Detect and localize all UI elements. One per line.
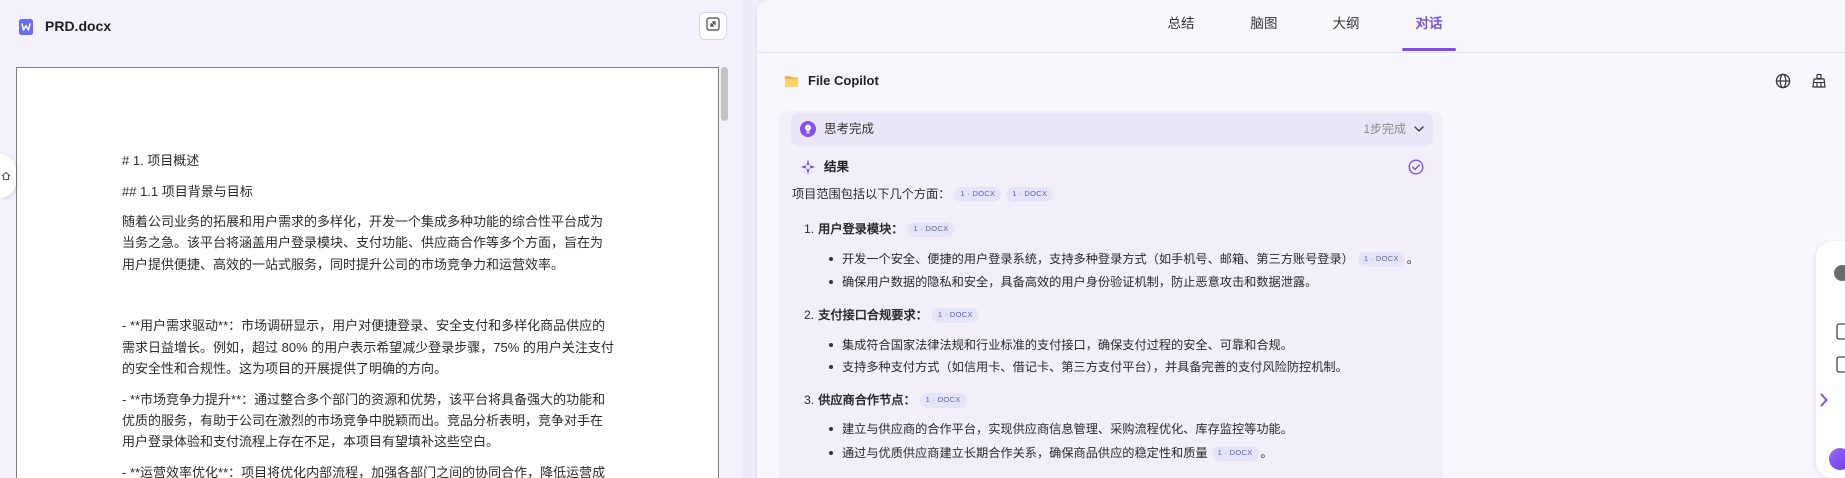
document-page[interactable]: # 1. 项目概述 ## 1.1 项目背景与目标 随着公司业务的拓展和用户需求的… <box>16 67 719 478</box>
chevron-down-icon[interactable] <box>1413 124 1425 134</box>
side-toolbar <box>1816 241 1845 478</box>
bullet-dot <box>829 451 833 455</box>
bullet-dot <box>829 280 833 284</box>
bulb-icon <box>800 121 816 137</box>
list-item-tail: 。 <box>1260 446 1273 460</box>
copilot-title: File Copilot <box>808 73 879 88</box>
section-number: 1. <box>804 222 815 236</box>
doc-text-line: 随着公司业务的拓展和用户需求的多样化，开发一个集成多种功能的综合性平台成为 <box>122 214 604 229</box>
header-divider <box>756 52 1845 53</box>
list-item-tail: 。 <box>1406 252 1419 266</box>
list-item: 集成符合国家法律法规和行业标准的支付接口，确保支付过程的安全、可靠和合规。 <box>829 336 1293 354</box>
doc-text-line: 用户提供便捷、高效的一站式服务，同时提升公司的市场竞争力和运营效率。 <box>122 257 565 272</box>
doc-text-line: 当务之急。该平台将涵盖用户登录模块、支付功能、供应商合作等多个方面，旨在为 <box>122 235 604 250</box>
tab-mindmap[interactable]: 脑图 <box>1234 14 1294 34</box>
section-title: 用户登录模块： <box>818 222 904 236</box>
document-preview-panel: PRD.docx # 1. 项目概述 ## 1.1 项目背景与目标 随着公司业务… <box>0 0 742 478</box>
list-item-text: 开发一个安全、便捷的用户登录系统，支持多种登录方式（如手机号、邮箱、第三方账号登… <box>842 252 1354 266</box>
doc-heading-2: ## 1.1 项目背景与目标 <box>122 184 253 199</box>
doc-text-line: - **运营效率优化**：项目将优化内部流程，加强各部门之间的协同合作，降低运营… <box>122 465 606 478</box>
citation-badge[interactable]: 1 · DOCX <box>1357 251 1405 267</box>
citation-badge[interactable]: 1 · DOCX <box>1006 186 1054 202</box>
list-item: 支持多种支付方式（如信用卡、借记卡、第三方支付平台），并具备完善的支付风险防控机… <box>829 358 1348 376</box>
bullet-dot <box>829 427 833 431</box>
home-icon <box>1 171 11 181</box>
broom-icon <box>1811 73 1827 89</box>
page-icon[interactable] <box>1836 356 1845 373</box>
result-intro: 项目范围包括以下几个方面： 1 · DOCX 1 · DOCX <box>792 185 1054 203</box>
sparkle-icon <box>800 159 816 175</box>
sidebar-toggle-button[interactable] <box>0 154 16 198</box>
result-intro-text: 项目范围包括以下几个方面： <box>792 187 951 201</box>
chevron-right-icon[interactable] <box>1819 392 1829 408</box>
citation-badge[interactable]: 1 · DOCX <box>1211 445 1259 461</box>
list-item-text: 集成符合国家法律法规和行业标准的支付接口，确保支付过程的安全、可靠和合规。 <box>842 338 1293 352</box>
bullet-dot <box>829 257 833 261</box>
citation-badge[interactable]: 1 · DOCX <box>907 221 955 237</box>
list-item: 确保用户数据的隐私和安全，具备高效的用户身份验证机制，防止恶意攻击和数据泄露。 <box>829 273 1317 291</box>
doc-text-line: 优质的服务，有助于公司在激烈的市场竞争中脱颖而出。竞品分析表明，竞争对手在 <box>122 413 604 428</box>
file-name: PRD.docx <box>45 18 112 34</box>
copilot-panel: 总结 脑图 大纲 对话 File Copilot 思考完成 1步完成 结果 项目… <box>756 0 1845 478</box>
citation-badge[interactable]: 1 · DOCX <box>954 186 1002 202</box>
assistant-avatar-icon[interactable] <box>1829 448 1845 470</box>
doc-text-line: 需求日益增长。例如，超过 80% 的用户表示希望减少登录步骤，75% 的用户关注… <box>122 340 614 355</box>
section-title: 支付接口合规要求： <box>818 308 928 322</box>
thinking-label: 思考完成 <box>824 122 875 136</box>
thinking-steps: 1步完成 <box>1363 122 1406 136</box>
list-item-text: 通过与优质供应商建立长期合作关系，确保商品供应的稳定性和质量 <box>842 446 1208 460</box>
list-item-text: 支持多种支付方式（如信用卡、借记卡、第三方支付平台），并具备完善的支付风险防控机… <box>842 360 1348 374</box>
section-heading: 3. 供应商合作节点： 1 · DOCX <box>804 391 967 409</box>
expand-icon <box>706 16 720 36</box>
result-label: 结果 <box>824 160 850 174</box>
list-item: 通过与优质供应商建立长期合作关系，确保商品供应的稳定性和质量 1 · DOCX … <box>829 444 1273 462</box>
list-item: 建立与供应商的合作平台，实现供应商信息管理、采购流程优化、库存监控等功能。 <box>829 420 1293 438</box>
tab-chat[interactable]: 对话 <box>1399 14 1459 51</box>
document-icon[interactable] <box>1836 323 1845 340</box>
app-window: PRD.docx # 1. 项目概述 ## 1.1 项目背景与目标 随着公司业务… <box>0 0 1845 478</box>
folder-icon <box>784 74 799 88</box>
section-title: 供应商合作节点： <box>818 393 916 407</box>
section-number: 2. <box>804 308 815 322</box>
word-doc-icon <box>19 19 33 35</box>
bullet-dot <box>829 343 833 347</box>
globe-icon <box>1775 73 1791 89</box>
doc-text-line: 用户登录体验和支付流程上存在不足，本项目有望填补这些空白。 <box>122 434 500 449</box>
document-scrollbar[interactable] <box>721 67 728 121</box>
citation-badge[interactable]: 1 · DOCX <box>919 392 967 408</box>
list-item-text: 建立与供应商的合作平台，实现供应商信息管理、采购流程优化、库存监控等功能。 <box>842 422 1293 436</box>
tab-outline[interactable]: 大纲 <box>1316 14 1376 34</box>
section-heading: 1. 用户登录模块： 1 · DOCX <box>804 220 955 238</box>
thinking-toggle[interactable] <box>791 113 1433 146</box>
list-item: 开发一个安全、便捷的用户登录系统，支持多种登录方式（如手机号、邮箱、第三方账号登… <box>829 250 1419 268</box>
clear-button[interactable] <box>1810 72 1827 89</box>
doc-text-line: - **用户需求驱动**：市场调研显示，用户对便捷登录、安全支付和多样化商品供应… <box>122 318 606 333</box>
doc-text-line: 的安全性和合规性。这为项目的开展提供了明确的方向。 <box>122 361 448 376</box>
list-item-text: 确保用户数据的隐私和安全，具备高效的用户身份验证机制，防止恶意攻击和数据泄露。 <box>842 275 1318 289</box>
doc-heading-1: # 1. 项目概述 <box>122 153 200 168</box>
avatar-icon[interactable] <box>1834 265 1845 281</box>
check-circle-icon <box>1408 159 1424 175</box>
bullet-dot <box>829 365 833 369</box>
doc-text-line: - **市场竞争力提升**：通过整合多个部门的资源和优势，该平台将具备强大的功能… <box>122 392 606 407</box>
expand-button[interactable] <box>699 12 727 40</box>
tab-summary[interactable]: 总结 <box>1151 14 1211 34</box>
section-number: 3. <box>804 393 815 407</box>
section-heading: 2. 支付接口合规要求： 1 · DOCX <box>804 306 979 324</box>
language-button[interactable] <box>1774 72 1791 89</box>
citation-badge[interactable]: 1 · DOCX <box>931 307 979 323</box>
